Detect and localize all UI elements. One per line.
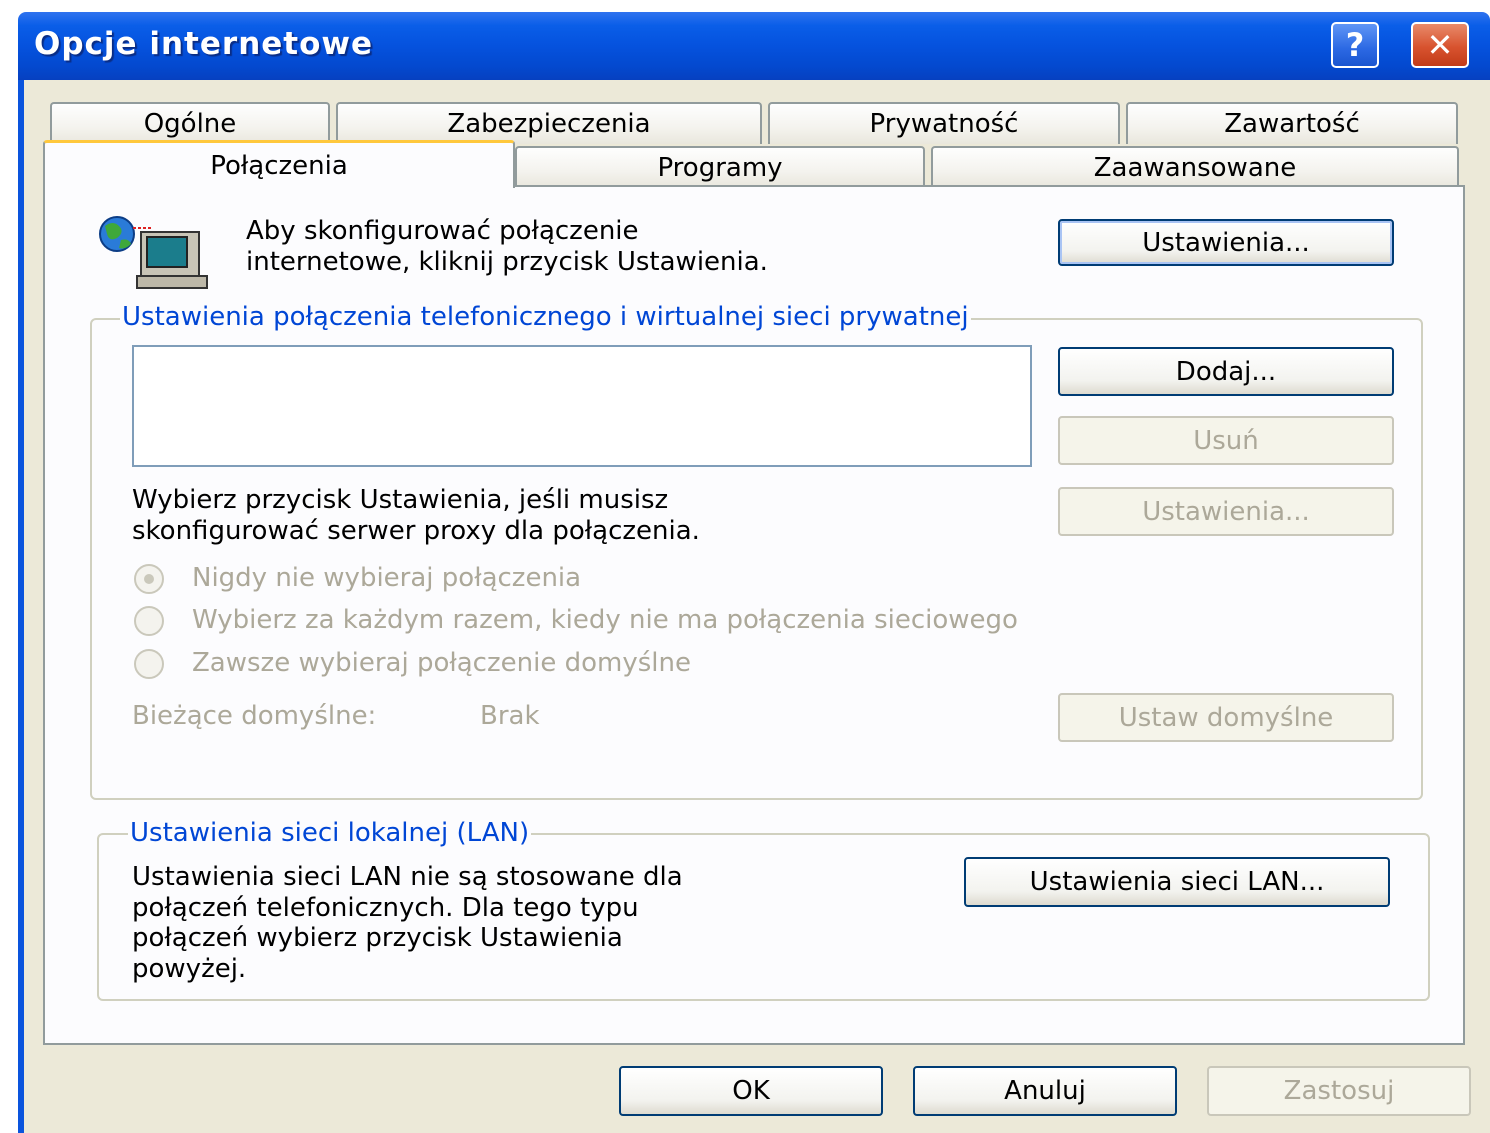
radio-always-dial[interactable] [134,649,164,679]
current-default-label: Bieżące domyślne: [132,701,377,731]
tab-general[interactable]: Ogólne [50,102,330,144]
tab-privacy[interactable]: Prywatność [768,102,1120,144]
setup-settings-button[interactable]: Ustawienia... [1058,219,1394,266]
proxy-text-line2: skonfigurować serwer proxy dla połączeni… [132,516,700,546]
set-default-button[interactable]: Ustaw domyślne [1058,693,1394,742]
lan-text-line3: połączeń wybierz przycisk Ustawienia [132,923,623,953]
current-default-value: Brak [480,701,540,731]
radio-dial-whenever[interactable] [134,606,164,636]
close-icon: ✕ [1426,26,1454,64]
lan-text-line1: Ustawienia sieci LAN nie są stosowane dl… [132,862,683,892]
lan-text-line2: połączeń telefonicznych. Dla tego typu [132,893,639,923]
cancel-button[interactable]: Anuluj [913,1066,1177,1116]
tab-security[interactable]: Zabezpieczenia [336,102,762,144]
apply-button[interactable]: Zastosuj [1207,1066,1471,1116]
add-connection-button[interactable]: Dodaj... [1058,347,1394,396]
close-button[interactable]: ✕ [1411,22,1469,68]
connection-settings-button[interactable]: Ustawienia... [1058,487,1394,536]
dialup-group-legend: Ustawienia połączenia telefonicznego i w… [120,302,971,333]
remove-connection-button[interactable]: Usuń [1058,416,1394,465]
tab-advanced[interactable]: Zaawansowane [931,146,1459,187]
radio-always-dial-label: Zawsze wybieraj połączenie domyślne [192,648,691,678]
tab-connections[interactable]: Połączenia [43,140,515,188]
connections-listbox[interactable] [132,345,1032,467]
help-button[interactable]: ? [1331,22,1379,68]
lan-text-line4: powyżej. [132,954,247,984]
radio-never-dial-label: Nigdy nie wybieraj połączenia [192,563,582,593]
radio-dial-whenever-label: Wybierz za każdym razem, kiedy nie ma po… [192,605,1018,635]
setup-text-line2: internetowe, kliknij przycisk Ustawienia… [246,247,768,277]
tab-content[interactable]: Zawartość [1126,102,1458,144]
setup-text-line1: Aby skonfigurować połączenie [246,216,639,246]
lan-group-legend: Ustawienia sieci lokalnej (LAN) [128,818,532,849]
proxy-text-line1: Wybierz przycisk Ustawienia, jeśli musis… [132,485,669,515]
radio-never-dial[interactable] [134,564,164,594]
tab-programs[interactable]: Programy [515,146,925,187]
title-bar[interactable]: Opcje internetowe ? ✕ [18,12,1490,80]
window-title: Opcje internetowe [34,26,374,62]
internet-options-dialog: Opcje internetowe ? ✕ Ogólne Zabezpiecze… [0,0,1490,1133]
help-icon: ? [1345,26,1365,64]
ok-button[interactable]: OK [619,1066,883,1116]
network-connection-icon [99,216,208,289]
lan-settings-button[interactable]: Ustawienia sieci LAN... [964,857,1390,907]
